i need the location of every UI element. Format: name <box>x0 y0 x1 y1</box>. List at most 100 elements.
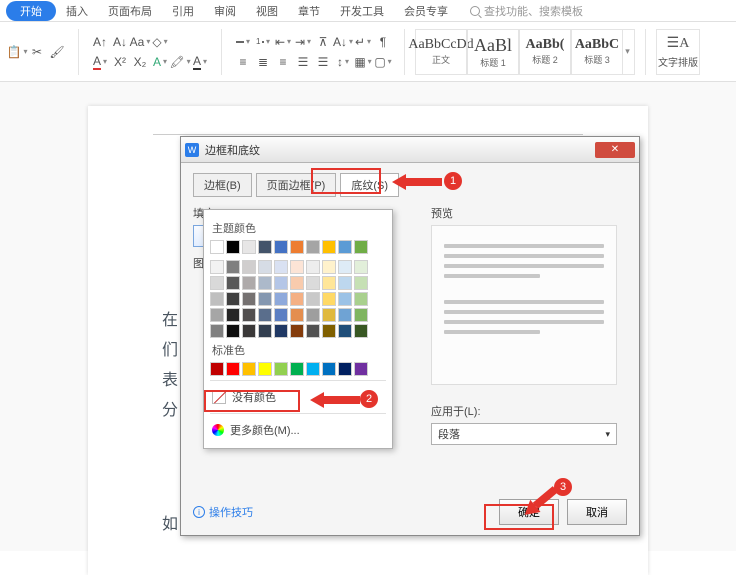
indent-right-icon[interactable]: ⇥ <box>296 35 310 49</box>
color-swatch[interactable] <box>306 362 320 376</box>
tab-ref[interactable]: 引用 <box>162 1 204 21</box>
style-h1[interactable]: AaBl 标题 1 <box>467 29 519 75</box>
color-swatch[interactable] <box>338 308 352 322</box>
color-swatch[interactable] <box>274 240 288 254</box>
style-h3[interactable]: AaBbC 标题 3 <box>571 29 623 75</box>
dialog-titlebar[interactable]: W 边框和底纹 ✕ <box>181 137 639 163</box>
color-swatch[interactable] <box>210 362 224 376</box>
shrink-font-icon[interactable]: A↓ <box>113 35 127 49</box>
color-swatch[interactable] <box>354 240 368 254</box>
color-swatch[interactable] <box>322 362 336 376</box>
color-swatch[interactable] <box>258 324 272 338</box>
color-swatch[interactable] <box>338 260 352 274</box>
color-swatch[interactable] <box>338 240 352 254</box>
ok-button[interactable]: 确定 <box>499 499 559 525</box>
color-swatch[interactable] <box>322 324 336 338</box>
align-right-icon[interactable]: ≡ <box>276 55 290 69</box>
color-swatch[interactable] <box>242 362 256 376</box>
applyto-combo[interactable]: 段落 <box>431 423 617 445</box>
color-swatch[interactable] <box>306 276 320 290</box>
color-swatch[interactable] <box>290 292 304 306</box>
color-swatch[interactable] <box>274 324 288 338</box>
color-swatch[interactable] <box>306 292 320 306</box>
grow-font-icon[interactable]: A↑ <box>93 35 107 49</box>
color-swatch[interactable] <box>258 292 272 306</box>
clear-format-icon[interactable]: ◇ <box>153 35 167 49</box>
color-swatch[interactable] <box>258 240 272 254</box>
color-swatch[interactable] <box>226 240 240 254</box>
cut-icon[interactable]: ✂ <box>30 45 44 59</box>
align-dist-icon[interactable]: ☰ <box>316 55 330 69</box>
bullets-icon[interactable] <box>236 35 250 49</box>
style-body[interactable]: AaBbCcDd 正文 <box>415 29 467 75</box>
color-swatch[interactable] <box>306 260 320 274</box>
highlight-icon[interactable]: 🖍 <box>173 55 187 69</box>
color-swatch[interactable] <box>210 292 224 306</box>
font-color2-icon[interactable]: A <box>193 55 207 69</box>
indent-left-icon[interactable]: ⇤ <box>276 35 290 49</box>
tab-section[interactable]: 章节 <box>288 1 330 21</box>
color-swatch[interactable] <box>290 260 304 274</box>
show-marks-icon[interactable]: ¶ <box>376 35 390 49</box>
color-swatch[interactable] <box>290 276 304 290</box>
color-swatch[interactable] <box>322 276 336 290</box>
subscript-icon[interactable]: X₂ <box>133 55 147 69</box>
tab-page-border[interactable]: 页面边框(P) <box>256 173 337 197</box>
align-justify-icon[interactable]: ☰ <box>296 55 310 69</box>
color-swatch[interactable] <box>290 362 304 376</box>
color-swatch[interactable] <box>210 240 224 254</box>
style-h2[interactable]: AaBb( 标题 2 <box>519 29 571 75</box>
color-swatch[interactable] <box>322 260 336 274</box>
tab-border[interactable]: 边框(B) <box>193 173 252 197</box>
tab-shading[interactable]: 底纹(S) <box>340 173 399 197</box>
align-center-icon[interactable]: ≣ <box>256 55 270 69</box>
color-swatch[interactable] <box>290 240 304 254</box>
sort-icon[interactable]: A↓ <box>336 35 350 49</box>
color-swatch[interactable] <box>242 292 256 306</box>
color-swatch[interactable] <box>322 308 336 322</box>
tips-link[interactable]: i 操作技巧 <box>193 504 253 520</box>
shading-icon[interactable]: ▦ <box>356 55 370 69</box>
color-swatch[interactable] <box>338 292 352 306</box>
color-swatch[interactable] <box>226 362 240 376</box>
color-swatch[interactable] <box>338 276 352 290</box>
color-swatch[interactable] <box>258 276 272 290</box>
color-swatch[interactable] <box>354 260 368 274</box>
superscript-icon[interactable]: X² <box>113 55 127 69</box>
color-swatch[interactable] <box>354 362 368 376</box>
color-swatch[interactable] <box>226 308 240 322</box>
color-swatch[interactable] <box>354 324 368 338</box>
tab-start[interactable]: 开始 <box>6 1 56 21</box>
color-swatch[interactable] <box>242 276 256 290</box>
color-swatch[interactable] <box>274 362 288 376</box>
color-swatch[interactable] <box>226 276 240 290</box>
close-button[interactable]: ✕ <box>595 142 635 158</box>
tab-stops-icon[interactable]: ⊼ <box>316 35 330 49</box>
color-swatch[interactable] <box>226 260 240 274</box>
more-colors-item[interactable]: 更多颜色(M)... <box>210 418 386 442</box>
color-swatch[interactable] <box>242 240 256 254</box>
color-swatch[interactable] <box>242 324 256 338</box>
color-swatch[interactable] <box>322 292 336 306</box>
borders-icon[interactable]: ▢ <box>376 55 390 69</box>
color-swatch[interactable] <box>258 260 272 274</box>
color-swatch[interactable] <box>338 324 352 338</box>
color-swatch[interactable] <box>210 276 224 290</box>
color-swatch[interactable] <box>274 292 288 306</box>
color-swatch[interactable] <box>306 240 320 254</box>
color-swatch[interactable] <box>226 292 240 306</box>
color-swatch[interactable] <box>258 362 272 376</box>
color-swatch[interactable] <box>274 276 288 290</box>
cancel-button[interactable]: 取消 <box>567 499 627 525</box>
styles-more[interactable]: ▾ <box>623 29 635 75</box>
reveal-icon[interactable]: ↵ <box>356 35 370 49</box>
ribbon-search[interactable]: 查找功能、搜索模板 <box>470 3 583 19</box>
tab-layout[interactable]: 页面布局 <box>98 1 162 21</box>
font-color-icon[interactable]: A <box>93 55 107 69</box>
tab-review[interactable]: 审阅 <box>204 1 246 21</box>
color-swatch[interactable] <box>290 324 304 338</box>
text-arrange-button[interactable]: ☰A 文字排版 <box>656 29 700 75</box>
tab-insert[interactable]: 插入 <box>56 1 98 21</box>
color-swatch[interactable] <box>210 308 224 322</box>
color-swatch[interactable] <box>226 324 240 338</box>
